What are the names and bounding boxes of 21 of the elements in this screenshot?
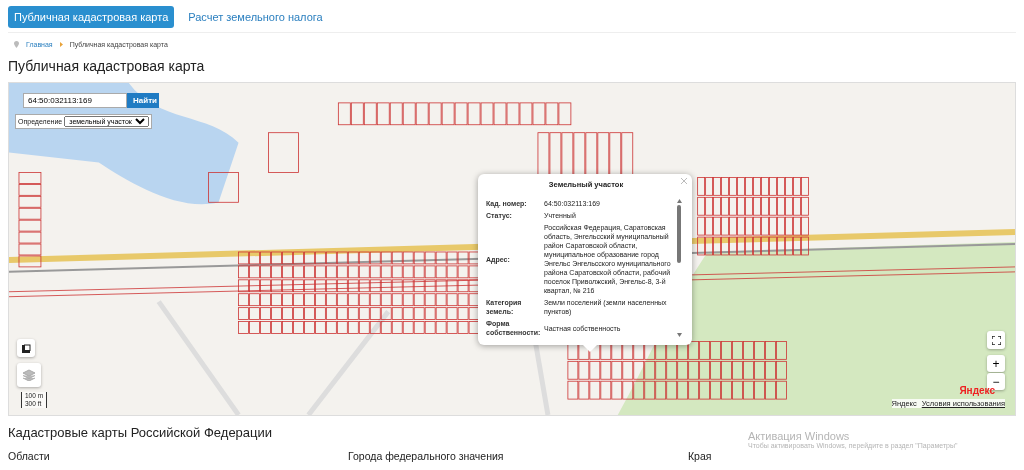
scroll-down-icon[interactable] (676, 333, 682, 337)
location-pin-icon (14, 41, 19, 48)
fullscreen-button[interactable] (987, 331, 1005, 349)
section-title: Кадастровые карты Российской Федерации (8, 425, 273, 440)
column-heading: Города федерального значения (348, 450, 505, 462)
square-corner-icon (21, 343, 31, 353)
page-title: Публичная кадастровая карта (8, 58, 206, 74)
column-heading: Области (8, 450, 51, 462)
selection-tool-button[interactable] (17, 339, 35, 357)
nav-tab[interactable]: Публичная кадастровая карта (8, 6, 175, 28)
scrollbar-thumb[interactable] (677, 205, 681, 263)
activation-title: Активация Windows (748, 430, 850, 442)
find-button[interactable]: Найти (127, 93, 159, 108)
search-field[interactable]: 64:50:032113:169 (23, 93, 127, 108)
layers-icon (22, 369, 36, 381)
column-heading: Края (688, 450, 713, 462)
nav-tab[interactable]: Расчет земельного налога (182, 6, 329, 28)
zoom-in-button[interactable]: + (987, 355, 1005, 372)
fullscreen-icon (991, 335, 1001, 345)
scroll-up-icon[interactable] (676, 199, 682, 203)
chevron-right-icon (59, 42, 63, 47)
